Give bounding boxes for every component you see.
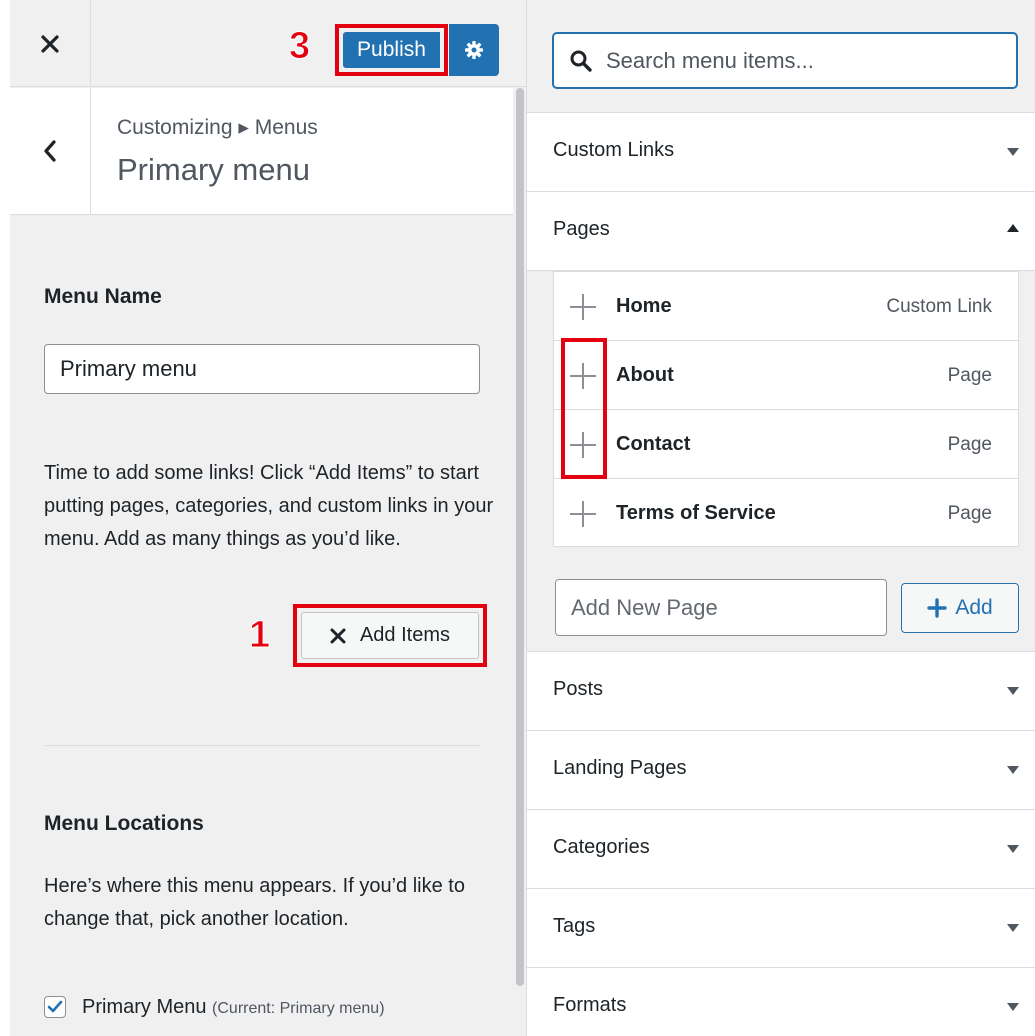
publish-settings-button[interactable] (449, 24, 499, 76)
section-label: Custom Links (553, 139, 675, 161)
add-items-button[interactable]: Add Items (301, 612, 479, 659)
panel-title-bar: Customizing ▸ Menus Primary menu (10, 88, 513, 215)
chevron-down-icon (1007, 1003, 1019, 1011)
chevron-down-icon (1007, 687, 1019, 695)
item-type: Page (947, 434, 992, 455)
list-item-page[interactable]: Terms of Service Page (554, 479, 1018, 548)
plus-icon (927, 598, 948, 618)
add-items-label: Add Items (359, 624, 451, 646)
customizer-sidebar: 3 Publish Customizing ▸ Menus Primary me… (0, 0, 527, 1036)
section-label: Pages (553, 218, 610, 240)
section-categories[interactable]: Categories (527, 810, 1035, 889)
close-icon (330, 628, 346, 643)
section-label: Posts (553, 678, 604, 700)
location-note: (Current: Primary menu) (212, 1000, 385, 1017)
item-title: About (616, 364, 674, 386)
chevron-down-icon (1007, 845, 1019, 853)
back-button[interactable] (10, 88, 91, 214)
customizer-header: 3 Publish (10, 0, 526, 87)
section-landing-pages[interactable]: Landing Pages (527, 731, 1035, 810)
plus-buttons-highlight (561, 338, 607, 479)
close-button[interactable] (10, 0, 91, 87)
publish-highlight: Publish (335, 24, 448, 76)
plus-icon[interactable] (570, 294, 596, 320)
section-pages[interactable]: Pages (527, 192, 1035, 271)
item-type: Page (947, 503, 992, 524)
menu-locations-description: Here’s where this menu appears. If you’d… (44, 875, 465, 930)
add-page-button[interactable]: Add (901, 583, 1019, 633)
menu-name-input[interactable]: Primary menu (44, 344, 480, 394)
gear-icon (465, 41, 483, 59)
location-name: Primary Menu (82, 996, 207, 1018)
item-type: Page (947, 365, 992, 386)
close-icon (41, 34, 59, 53)
breadcrumb: Customizing ▸ Menus (117, 116, 318, 139)
divider (44, 745, 480, 746)
chevron-left-icon (44, 140, 56, 162)
item-title: Contact (616, 433, 691, 455)
intro-text: Time to add some links! Click “Add Items… (44, 462, 494, 550)
section-tags[interactable]: Tags (527, 889, 1035, 968)
menu-locations-label: Menu Locations (44, 812, 204, 835)
search-input[interactable]: Search menu items... (552, 32, 1018, 89)
step-3-marker: 3 (288, 25, 311, 68)
item-title: Home (616, 295, 672, 317)
section-custom-links[interactable]: Custom Links (527, 113, 1035, 192)
list-item-page[interactable]: Home Custom Link (554, 272, 1018, 341)
left-edge (0, 0, 10, 1036)
section-label: Landing Pages (553, 757, 687, 779)
checkmark-icon (47, 1000, 63, 1013)
step-1-marker: 1 (248, 614, 271, 657)
primary-menu-location-label[interactable]: Primary Menu (Current: Primary menu) (82, 996, 385, 1019)
publish-button[interactable]: Publish (343, 32, 440, 68)
plus-icon[interactable] (570, 501, 596, 527)
item-title: Terms of Service (616, 502, 776, 524)
chevron-up-icon (1007, 224, 1019, 232)
page-title: Primary menu (117, 152, 310, 187)
pages-list: Home Custom Link About Page Contact Page… (553, 271, 1019, 547)
search-icon (570, 50, 592, 72)
search-placeholder: Search menu items... (606, 48, 814, 73)
chevron-down-icon (1007, 148, 1019, 156)
scrollbar-thumb[interactable] (516, 88, 524, 986)
item-type: Custom Link (886, 296, 992, 317)
menu-name-label: Menu Name (44, 285, 162, 308)
section-label: Categories (553, 836, 650, 858)
primary-menu-checkbox[interactable] (44, 996, 66, 1018)
section-label: Formats (553, 994, 627, 1016)
section-posts[interactable]: Posts (527, 652, 1035, 731)
add-items-highlight: Add Items (293, 604, 487, 667)
section-formats[interactable]: Formats (527, 968, 1035, 1036)
chevron-down-icon (1007, 924, 1019, 932)
list-item-page[interactable]: About Page (554, 341, 1018, 410)
search-area: Search menu items... (527, 0, 1035, 113)
scrollbar[interactable] (513, 88, 526, 988)
chevron-down-icon (1007, 766, 1019, 774)
available-menu-items-panel: Search menu items... Custom Links Pages … (527, 0, 1035, 1036)
list-item-page[interactable]: Contact Page (554, 410, 1018, 479)
section-label: Tags (553, 915, 596, 937)
add-button-label: Add (955, 596, 993, 619)
add-new-page-input[interactable]: Add New Page (555, 579, 887, 636)
